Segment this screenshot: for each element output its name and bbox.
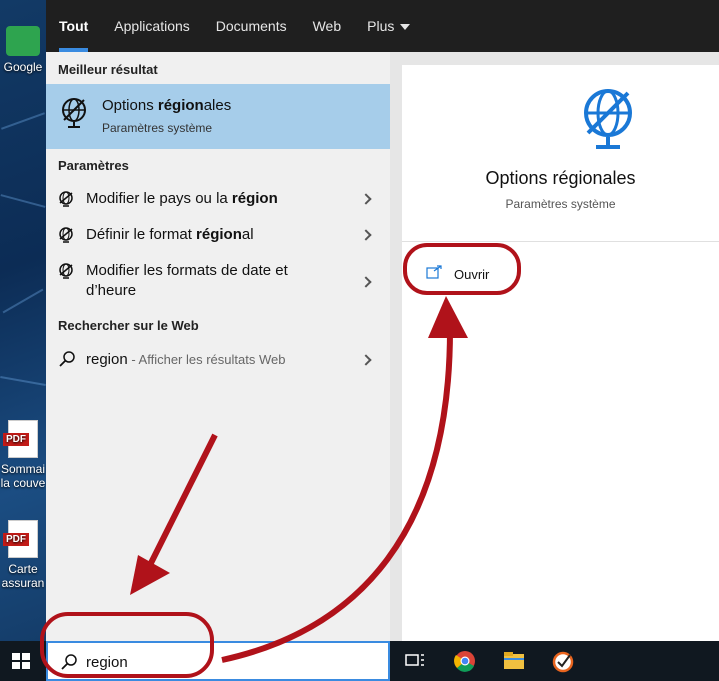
chevron-right-icon xyxy=(360,193,372,205)
task-view-icon xyxy=(405,654,424,666)
globe-settings-icon xyxy=(62,98,86,128)
google-app-icon xyxy=(6,26,40,56)
windows-start-button[interactable] xyxy=(12,653,30,669)
desktop-icon-label: Carte xyxy=(8,562,38,576)
settings-item-label: Modifier les formats de date et d’heure xyxy=(86,262,288,299)
search-input[interactable] xyxy=(86,651,376,673)
tab-label: Tout xyxy=(59,18,89,34)
open-button-label: Ouvrir xyxy=(454,267,490,282)
chrome-taskbar-button[interactable] xyxy=(452,649,478,673)
tab-label: Applications xyxy=(114,18,190,34)
globe-icon xyxy=(59,263,73,279)
desktop-icon-label: Sommai xyxy=(0,462,45,476)
tab-web[interactable]: Web xyxy=(313,0,342,52)
tab-plus[interactable]: Plus xyxy=(367,0,411,52)
pdf-file-icon: PDF xyxy=(3,520,38,558)
search-icon xyxy=(59,351,75,367)
pdf-badge: PDF xyxy=(3,533,29,546)
preview-title: Options régionales xyxy=(485,168,636,188)
desktop-icon-label: assuran xyxy=(1,576,45,590)
preview-pane: Options régionales Paramètres système Ou… xyxy=(390,52,719,641)
search-panel: Tout Applications Documents Web Plus Mei… xyxy=(46,0,719,641)
best-match-item[interactable]: Options régionales Paramètres système xyxy=(46,84,390,149)
settings-item-label: Définir le format régional xyxy=(86,226,254,243)
best-match-heading: Meilleur résultat xyxy=(58,62,158,77)
chevron-right-icon xyxy=(360,229,372,241)
tab-label: Documents xyxy=(215,18,287,34)
web-search-label: region - Afficher les résultats Web xyxy=(86,351,286,368)
divider xyxy=(402,241,719,242)
chevron-right-icon xyxy=(360,354,372,366)
tab-tout[interactable]: Tout xyxy=(59,0,89,52)
best-match-title: Options régionales xyxy=(102,97,232,114)
chevron-down-icon xyxy=(400,24,411,31)
file-explorer-taskbar-button[interactable] xyxy=(501,649,527,673)
web-search-item[interactable]: region - Afficher les résultats Web xyxy=(46,348,390,370)
taskbar-search-box[interactable] xyxy=(46,641,390,681)
tab-applications[interactable]: Applications xyxy=(114,0,190,52)
clock-check-icon xyxy=(552,651,574,673)
tab-label: Plus xyxy=(367,18,395,34)
preview-subtitle: Paramètres système xyxy=(505,197,616,211)
settings-item-regional-format[interactable]: Définir le format régional xyxy=(46,224,390,246)
app-taskbar-button[interactable] xyxy=(550,649,576,673)
globe-icon xyxy=(59,191,73,207)
task-view-button[interactable] xyxy=(402,649,428,673)
globe-icon xyxy=(59,227,73,243)
chrome-icon xyxy=(454,651,475,672)
settings-item-label: Modifier le pays ou la région xyxy=(86,190,278,207)
pdf-badge: PDF xyxy=(3,433,29,446)
desktop-icon-label: Google xyxy=(3,60,43,74)
results-list: Meilleur résultat Options régionales Par… xyxy=(46,52,390,641)
search-tabs: Tout Applications Documents Web Plus xyxy=(46,0,719,52)
settings-item-date-formats[interactable]: Modifier les formats de date et d’heure xyxy=(46,260,390,304)
desktop-icon-pdf-carte[interactable]: PDF Carte assuran xyxy=(0,520,46,590)
desktop-icon-label: la couve xyxy=(0,476,46,490)
globe-settings-large-icon xyxy=(584,89,632,149)
chevron-right-icon xyxy=(360,276,372,288)
search-icon xyxy=(61,654,77,670)
desktop-icon-google[interactable]: Google xyxy=(0,26,46,74)
desktop-icon-pdf-sommaire[interactable]: PDF Sommai la couve xyxy=(0,420,46,490)
pdf-file-icon: PDF xyxy=(3,420,38,458)
tab-documents[interactable]: Documents xyxy=(216,0,287,52)
settings-heading: Paramètres xyxy=(58,158,129,173)
open-external-icon xyxy=(426,265,442,279)
settings-item-country-region[interactable]: Modifier le pays ou la région xyxy=(46,188,390,210)
web-search-heading: Rechercher sur le Web xyxy=(58,318,199,333)
folder-icon xyxy=(504,652,524,669)
preview-card: Options régionales Paramètres système Ou… xyxy=(402,65,719,641)
best-match-subtitle: Paramètres système xyxy=(102,121,213,135)
tab-label: Web xyxy=(312,18,342,34)
